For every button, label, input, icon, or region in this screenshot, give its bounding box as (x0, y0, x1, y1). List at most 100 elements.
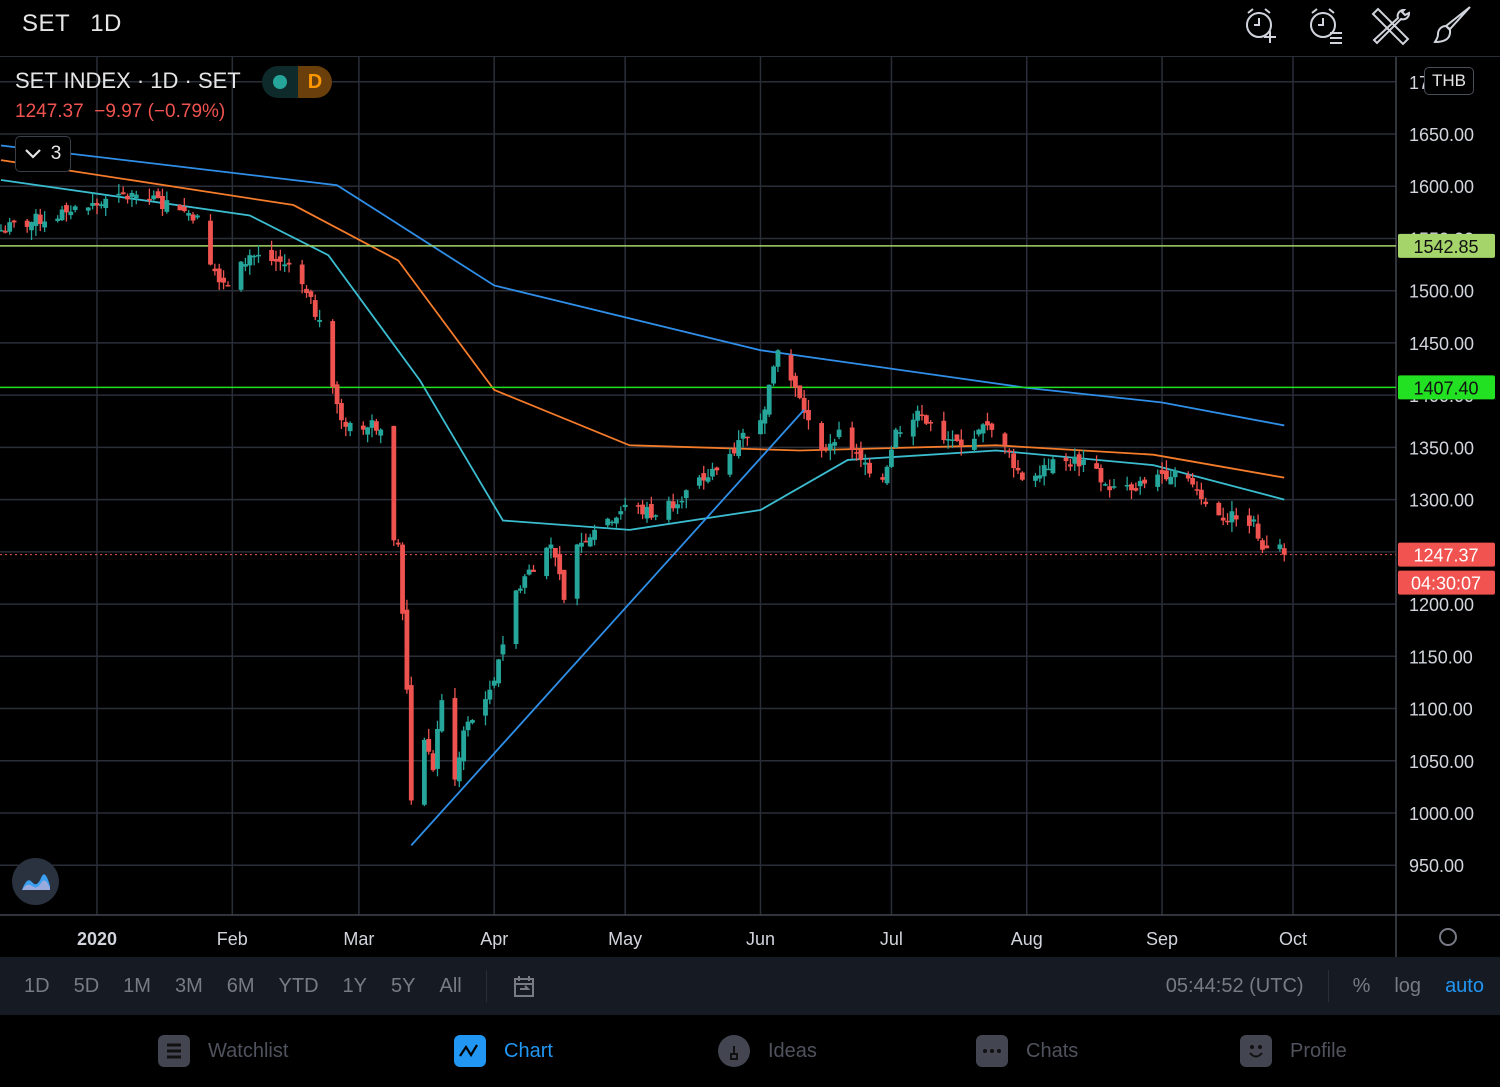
candle-body (1216, 502, 1222, 516)
candle-body (1172, 470, 1178, 478)
auto-scale-toggle[interactable]: auto (1445, 975, 1484, 998)
candle-body (1168, 476, 1174, 485)
alarm-add-icon[interactable] (1240, 4, 1282, 46)
tab-ideas[interactable]: Ideas (718, 1035, 817, 1067)
candle-body (1164, 470, 1169, 480)
percent-scale-toggle[interactable]: % (1353, 975, 1371, 998)
tools-icon[interactable] (1368, 4, 1410, 46)
go-to-date-icon[interactable] (511, 973, 537, 999)
tab-chats[interactable]: Chats (976, 1035, 1078, 1067)
candle-body (282, 264, 288, 267)
candle-body (1002, 433, 1008, 446)
top-bar: SET 1D (0, 0, 1500, 57)
trend-line[interactable] (410, 409, 805, 846)
candle-body (1198, 489, 1204, 500)
time-tick: Sep (1146, 929, 1178, 949)
candle-body (317, 319, 323, 322)
candle-body (1194, 489, 1200, 491)
candle-body (439, 700, 445, 732)
candle-body (208, 220, 213, 265)
tab-watchlist[interactable]: Watchlist (158, 1035, 288, 1067)
candle-body (42, 221, 48, 228)
candle-body (256, 254, 261, 257)
candle-body (605, 518, 611, 526)
candle-body (635, 505, 641, 507)
candle-body (614, 517, 619, 524)
indicators-collapse-button[interactable]: 3 (15, 136, 71, 172)
candle-body (465, 721, 471, 731)
candle-body (129, 192, 135, 197)
range-all[interactable]: All (439, 975, 461, 998)
candle-body (806, 410, 811, 421)
range-1d[interactable]: 1D (24, 975, 50, 998)
candle-body (1076, 454, 1082, 467)
candle-body (251, 255, 257, 258)
candle-body (849, 427, 855, 451)
tab-profile[interactable]: Profile (1240, 1035, 1347, 1067)
candle-body (273, 258, 279, 262)
candle-body (190, 214, 196, 221)
range-5d[interactable]: 5D (74, 975, 100, 998)
candle-body (85, 207, 91, 211)
market-status-badge[interactable]: D (262, 66, 332, 98)
chart-icon (454, 1035, 486, 1067)
range-5y[interactable]: 5Y (391, 975, 415, 998)
candle-body (1107, 486, 1113, 491)
symbol-label[interactable]: SET (22, 10, 70, 37)
range-1y[interactable]: 1Y (343, 975, 367, 998)
watchlist-icon (158, 1035, 190, 1067)
range-ytd[interactable]: YTD (279, 975, 319, 998)
candle-body (854, 452, 859, 454)
candle-body (286, 262, 292, 265)
candle-body (950, 439, 955, 441)
candle-body (1255, 523, 1261, 539)
candle-body (0, 230, 4, 232)
candle-body (308, 291, 314, 297)
candle-body (98, 204, 104, 207)
candle-body (1102, 484, 1108, 486)
candle-body (552, 548, 558, 558)
candle-body (116, 193, 122, 196)
brush-icon[interactable] (1432, 4, 1474, 46)
alarm-list-icon[interactable] (1304, 4, 1346, 46)
price-tick: 1600.00 (1409, 177, 1474, 197)
range-3m[interactable]: 3M (175, 975, 203, 998)
interval-label[interactable]: 1D (90, 10, 122, 37)
clock-utc[interactable]: 05:44:52 (UTC) (1166, 975, 1304, 998)
tradingview-logo-icon[interactable] (12, 858, 59, 905)
candle-body (858, 449, 864, 460)
candle-body (1142, 479, 1147, 484)
candle-body (797, 385, 803, 398)
candle-body (1281, 548, 1287, 555)
candle-body (483, 699, 488, 716)
candle-body (94, 203, 100, 206)
currency-badge[interactable]: THB (1424, 67, 1474, 95)
indicator-count: 3 (50, 143, 62, 164)
candle-body (347, 422, 353, 432)
candle-body (710, 468, 715, 477)
time-tick: Aug (1011, 929, 1043, 949)
chat-bubble-icon (976, 1035, 1008, 1067)
tab-chart[interactable]: Chart (454, 1035, 553, 1067)
settings-gear-icon[interactable] (1439, 928, 1457, 946)
price-chart[interactable]: 1700.001650.001600.001550.001500.001450.… (0, 57, 1500, 957)
market-open-dot-icon (273, 75, 287, 89)
candle-body (758, 420, 763, 435)
candle-body (714, 467, 720, 471)
chart-legend[interactable]: SET INDEX · 1D · SET 1247.37 −9.97 (−0.79… (15, 68, 241, 123)
range-6m[interactable]: 6M (227, 975, 255, 998)
symbol-selector[interactable]: SET 1D (22, 10, 142, 38)
candle-body (985, 421, 990, 426)
time-tick: Mar (343, 929, 374, 949)
candle-body (1033, 475, 1038, 481)
range-1m[interactable]: 1M (123, 975, 151, 998)
candle-body (1233, 515, 1239, 520)
candle-body (1063, 457, 1069, 462)
candle-body (819, 423, 824, 451)
candle-body (243, 264, 248, 267)
candle-body (330, 321, 336, 387)
candle-body (496, 659, 501, 684)
log-scale-toggle[interactable]: log (1394, 975, 1421, 998)
candle-body (469, 720, 475, 723)
candle-body (609, 521, 615, 524)
